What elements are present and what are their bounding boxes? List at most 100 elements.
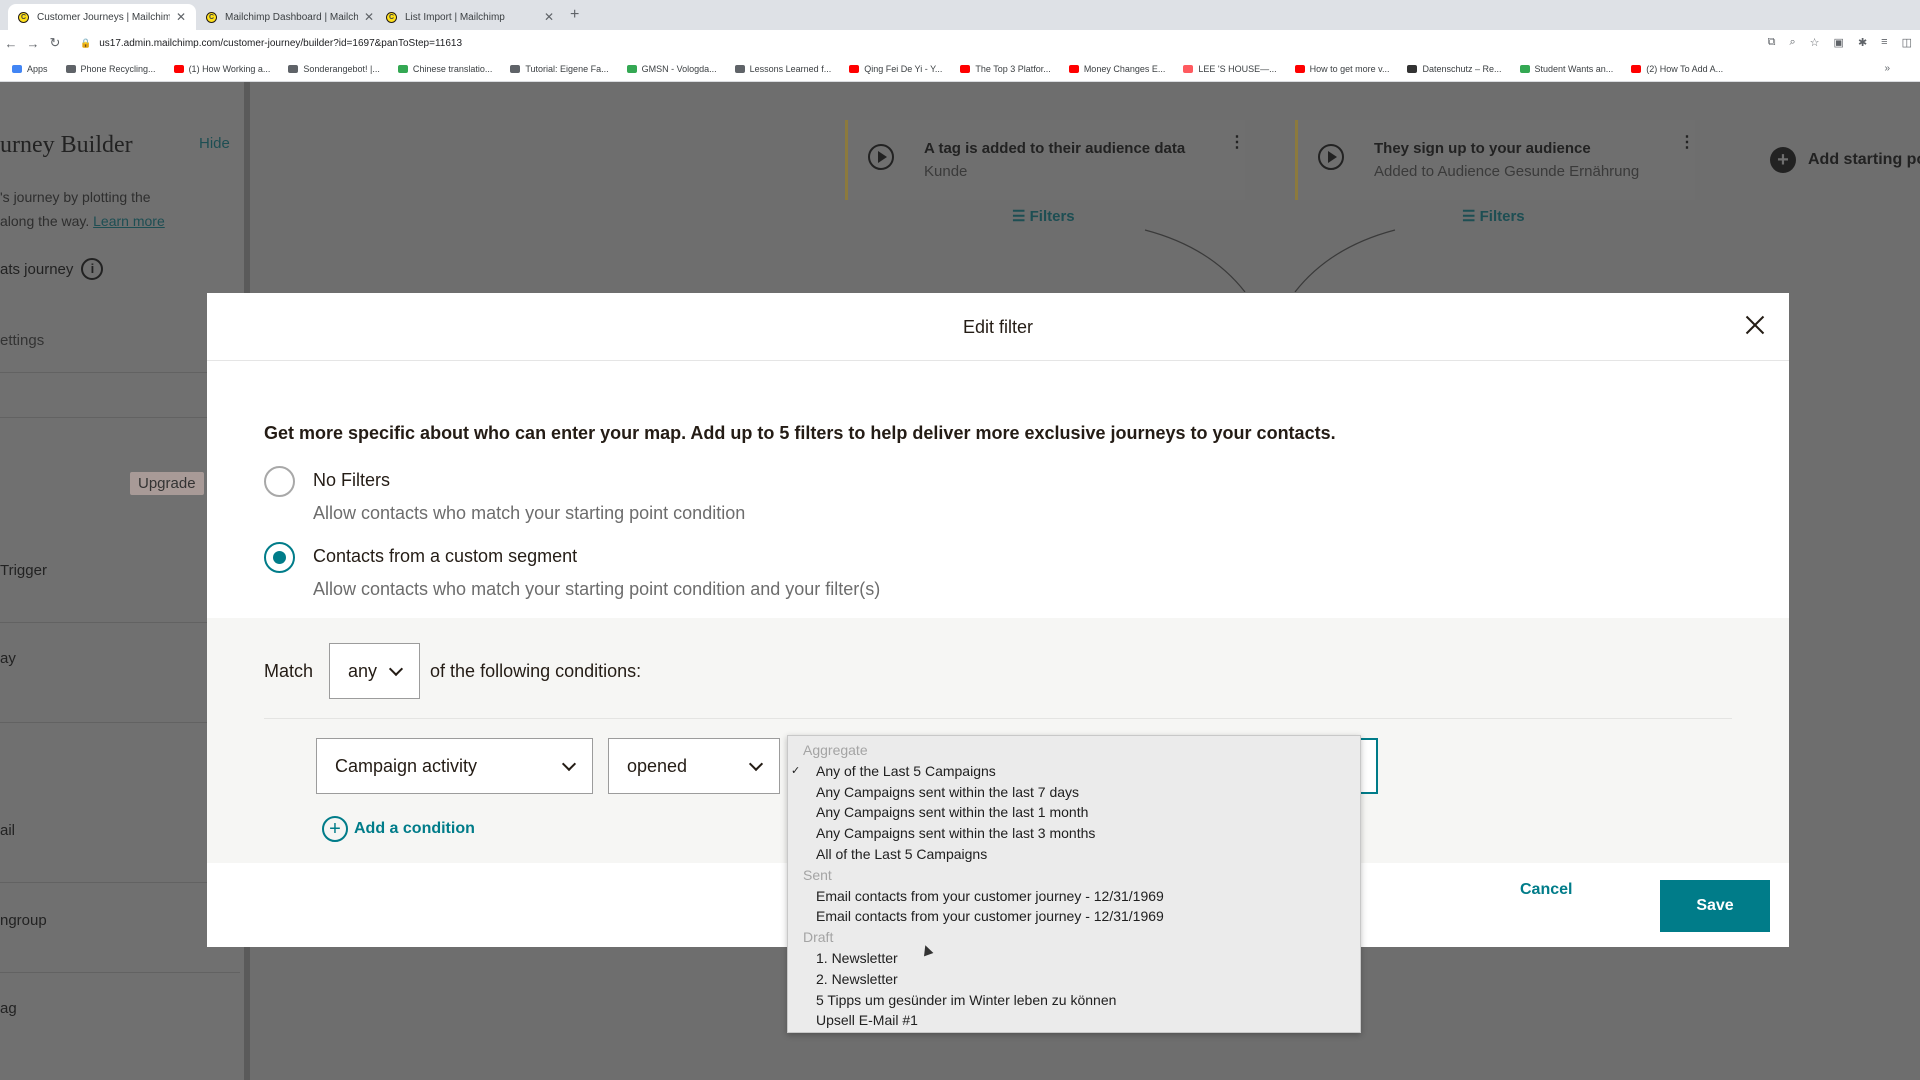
bookmark-item[interactable]: The Top 3 Platfor... xyxy=(960,63,1051,74)
bookmark-icon xyxy=(960,64,971,73)
browser-tab-bar: C Customer Journeys | Mailchim ✕ C Mailc… xyxy=(0,0,1920,30)
close-tab-icon[interactable]: ✕ xyxy=(364,10,374,24)
add-starting-point-button[interactable]: + Add starting po xyxy=(1770,147,1920,173)
radio-custom-segment[interactable] xyxy=(264,542,295,573)
radio-no-filters[interactable] xyxy=(264,466,295,497)
chevron-down-icon xyxy=(748,756,764,771)
dropdown-option[interactable]: All of the Last 5 Campaigns xyxy=(788,844,1360,865)
modal-header: Edit filter xyxy=(207,293,1789,361)
bookmark-item[interactable]: How to get more v... xyxy=(1294,64,1389,74)
filters-label: Filters xyxy=(1029,208,1075,225)
dropdown-option[interactable]: Email contacts from your customer journe… xyxy=(788,906,1360,927)
filters-link[interactable]: ☰ Filters xyxy=(1462,207,1525,225)
close-icon[interactable] xyxy=(1743,313,1767,337)
dropdown-option[interactable]: 2. Newsletter xyxy=(788,969,1360,990)
filters-link[interactable]: ☰ Filters xyxy=(1012,207,1075,225)
bookmark-item[interactable]: GMSN - Vologda... xyxy=(626,64,717,74)
dropdown-option[interactable]: 5 Tipps um gesünder im Winter leben zu k… xyxy=(788,990,1360,1011)
save-button[interactable]: Save xyxy=(1660,880,1770,932)
bookmark-item[interactable]: LEE 'S HOUSE—... xyxy=(1183,64,1277,74)
zoom-icon[interactable]: ⌕ xyxy=(1790,36,1796,49)
option-custom-segment[interactable]: Contacts from a custom segment Allow con… xyxy=(264,542,880,600)
puzzle-icon[interactable]: ✱ xyxy=(1858,36,1867,49)
cancel-button[interactable]: Cancel xyxy=(1520,881,1572,899)
info-icon[interactable]: i xyxy=(81,258,104,280)
trigger-subtitle: Kunde xyxy=(924,163,968,180)
desc-line: 's journey by plotting the xyxy=(0,189,151,205)
reading-list-icon[interactable]: ≡ xyxy=(1881,36,1887,49)
hide-button[interactable]: Hide xyxy=(199,135,230,152)
settings-link[interactable]: ettings xyxy=(0,332,44,349)
bookmark-item[interactable]: Lessons Learned f... xyxy=(734,64,831,74)
bookmark-item[interactable]: Phone Recycling... xyxy=(65,64,156,74)
divider xyxy=(264,718,1732,719)
add-condition-label: Add a condition xyxy=(354,820,475,837)
dropdown-option[interactable]: Any Campaigns sent within the last 3 mon… xyxy=(788,823,1360,844)
sidebar-description: 's journey by plotting the along the way… xyxy=(0,185,240,233)
bookmark-label: The Top 3 Platfor... xyxy=(975,63,1051,74)
reload-icon[interactable]: ↻ xyxy=(44,35,66,51)
more-options-icon[interactable]: ⋮ xyxy=(1229,132,1245,152)
option-no-filters[interactable]: No Filters Allow contacts who match your… xyxy=(264,466,745,524)
dropdown-option[interactable]: ✓ Any of the Last 5 Campaigns xyxy=(788,761,1360,782)
close-tab-icon[interactable]: ✕ xyxy=(176,10,186,24)
upgrade-badge[interactable]: Upgrade xyxy=(130,472,204,495)
star-icon[interactable]: ☆ xyxy=(1810,36,1820,49)
bookmark-item[interactable]: Chinese translatio... xyxy=(397,64,492,74)
bookmark-icon xyxy=(397,64,408,73)
bookmark-icon xyxy=(12,64,22,73)
stats-link[interactable]: ats journey i xyxy=(0,258,104,280)
browser-tab[interactable]: C Customer Journeys | Mailchim ✕ xyxy=(8,4,196,30)
add-condition-button[interactable]: + Add a condition xyxy=(322,816,475,842)
dropdown-option[interactable]: Upsell E-Mail #1 xyxy=(788,1010,1360,1031)
dropdown-option[interactable]: Any Campaigns sent within the last 1 mon… xyxy=(788,802,1360,823)
condition-field-select[interactable]: Campaign activity xyxy=(316,738,593,794)
bookmark-icon xyxy=(1068,64,1079,73)
more-bookmarks-icon[interactable]: » xyxy=(1884,63,1890,74)
browser-tab[interactable]: C List Import | Mailchimp ✕ xyxy=(376,4,564,30)
bookmark-item[interactable]: Student Wants an... xyxy=(1519,64,1613,74)
dropdown-option[interactable]: Any Campaigns sent within the last 7 day… xyxy=(788,782,1360,803)
condition-operator-value: opened xyxy=(627,755,688,776)
back-arrow-icon[interactable]: ← xyxy=(0,36,22,51)
new-tab-button[interactable]: + xyxy=(570,6,579,24)
bookmark-item[interactable]: Sonderangebot! |... xyxy=(288,64,380,74)
bookmark-item[interactable]: (1) How Working a... xyxy=(173,64,270,74)
dropdown-option-label: Any Campaigns sent within the last 1 mon… xyxy=(816,804,1089,821)
sidebar-item-trigger[interactable]: Trigger xyxy=(0,562,47,579)
sidebar-item-delay[interactable]: ay xyxy=(0,650,16,667)
bookmark-item[interactable]: Qing Fei De Yi - Y... xyxy=(849,64,942,74)
bookmark-item[interactable]: Money Changes E... xyxy=(1068,64,1165,74)
bookmarks-bar: Apps Phone Recycling... (1) How Working a.… xyxy=(0,56,1920,82)
close-tab-icon[interactable]: ✕ xyxy=(544,10,554,24)
campaign-dropdown-list: Aggregate ✓ Any of the Last 5 Campaigns Any… xyxy=(787,735,1361,1033)
learn-more-link[interactable]: Learn more xyxy=(93,213,165,229)
bookmark-item[interactable]: Datenschutz – Re... xyxy=(1407,64,1502,74)
bookmark-item[interactable]: Apps xyxy=(12,64,48,74)
sidebar-item-tag[interactable]: ag xyxy=(0,1000,17,1017)
sidebar-item-email[interactable]: ail xyxy=(0,822,15,839)
profile-icon[interactable]: ◫ xyxy=(1902,36,1912,49)
dropdown-group-label: Draft xyxy=(803,929,834,946)
condition-operator-select[interactable]: opened xyxy=(608,738,780,794)
plus-circle-icon: + xyxy=(322,816,348,842)
bookmark-item[interactable]: Tutorial: Eigene Fa... xyxy=(510,64,609,74)
dropdown-option-label: Any of the Last 5 Campaigns xyxy=(816,762,996,779)
match-select[interactable]: any xyxy=(329,643,421,699)
sidebar-item-group[interactable]: ngroup xyxy=(0,912,47,929)
trigger-card[interactable]: They sign up to your audience Added to A… xyxy=(1295,120,1695,200)
forward-arrow-icon[interactable]: → xyxy=(22,36,44,51)
translate-icon[interactable]: ⧉ xyxy=(1768,36,1776,49)
dropdown-option[interactable]: Email contacts from your customer journe… xyxy=(788,886,1360,907)
lock-icon[interactable]: 🔒 xyxy=(80,38,91,49)
url-field[interactable]: us17.admin.mailchimp.com/customer-journe… xyxy=(99,38,462,49)
more-options-icon[interactable]: ⋮ xyxy=(1679,132,1695,152)
bookmark-item[interactable]: (2) How To Add A... xyxy=(1631,64,1723,74)
mailchimp-favicon-icon: C xyxy=(18,11,29,23)
bookmark-icon xyxy=(1519,64,1530,73)
extension-icon[interactable]: ▣ xyxy=(1834,36,1844,49)
browser-tab[interactable]: C Mailchimp Dashboard | Mailch ✕ xyxy=(196,4,384,30)
trigger-card[interactable]: A tag is added to their audience data Ku… xyxy=(845,120,1245,200)
filters-label: Filters xyxy=(1479,208,1525,225)
dropdown-option[interactable]: 1. Newsletter xyxy=(788,948,1360,969)
